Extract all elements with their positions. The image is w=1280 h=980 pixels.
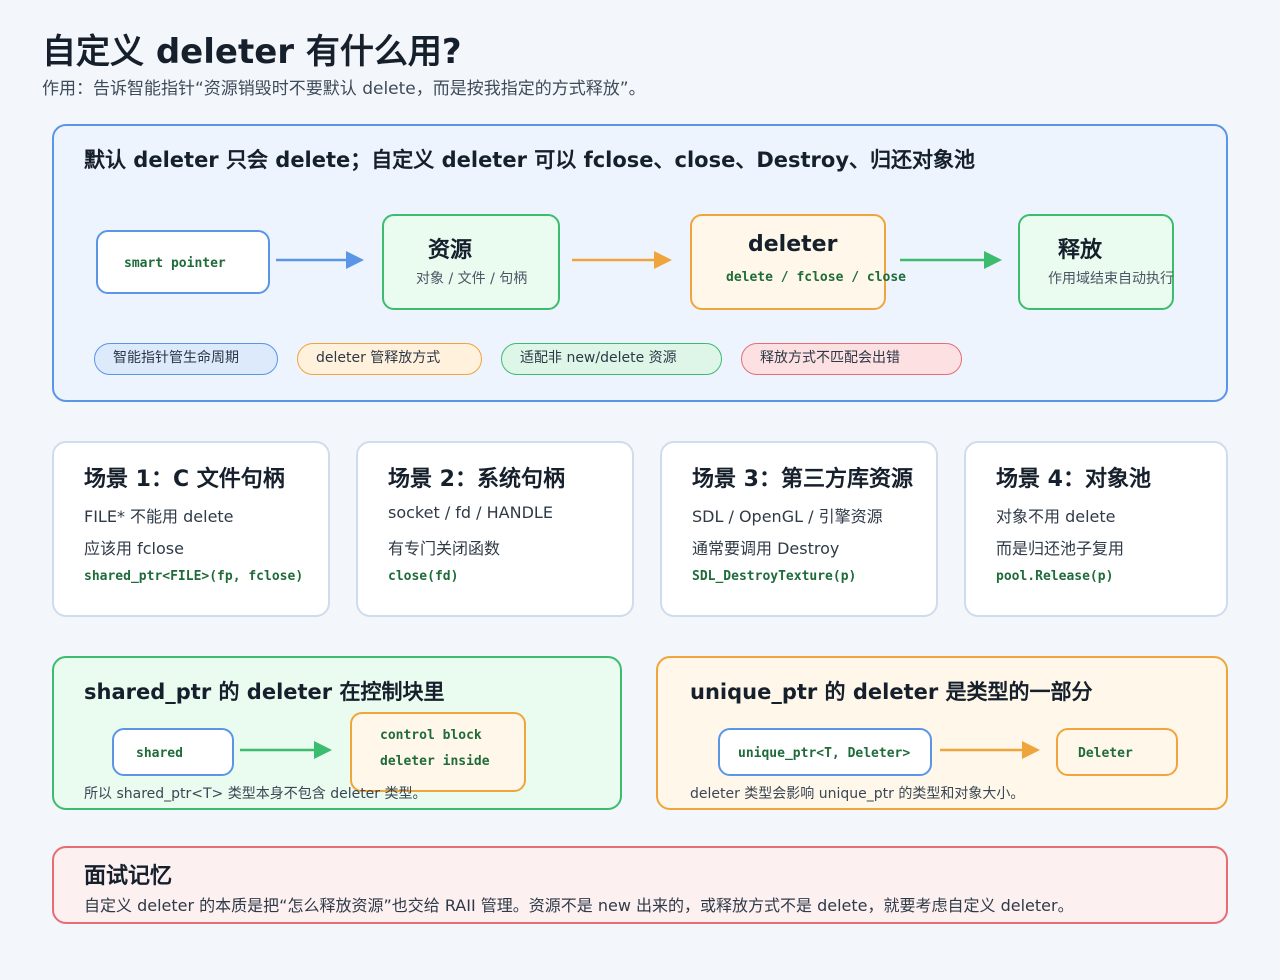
arrow-shared-to-control-block xyxy=(240,741,332,759)
arrow-unique-to-deleter xyxy=(940,741,1040,759)
arrow-resource-to-deleter xyxy=(572,251,672,269)
flow-arrows xyxy=(240,251,1040,759)
arrow-deleter-to-release xyxy=(900,251,1002,269)
arrow-smart-to-resource xyxy=(276,251,364,269)
